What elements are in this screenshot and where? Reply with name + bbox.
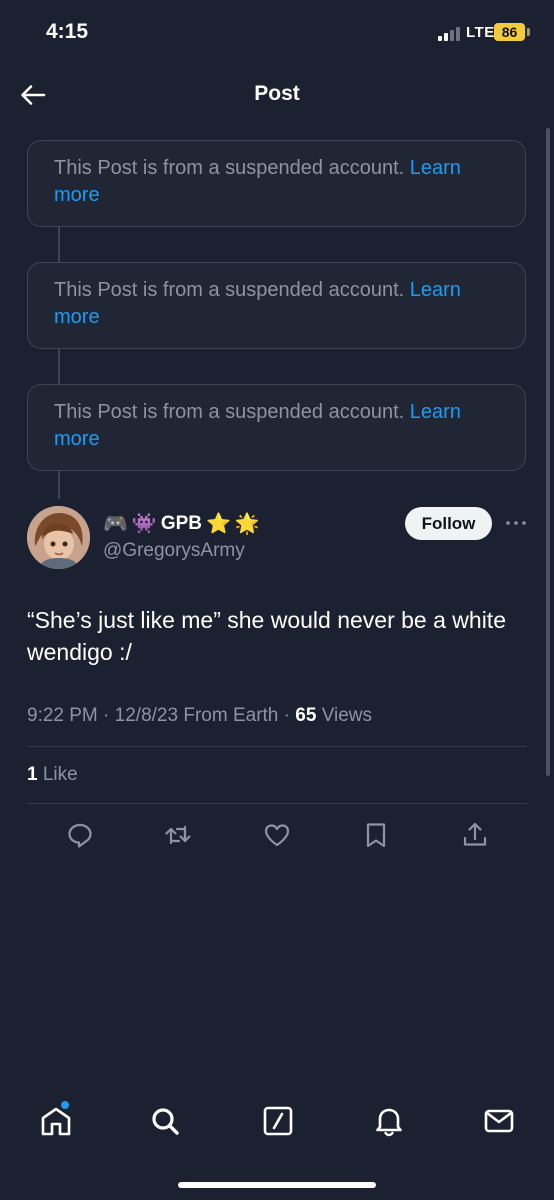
glowing-star-emoji: 🌟 <box>234 513 260 535</box>
tweet-meta: 9:22 PM · 12/8/23 From Earth · 65 Views <box>27 705 373 726</box>
star-emoji: ⭐ <box>206 513 231 535</box>
tweet-text: “She’s just like me” she would never be … <box>27 607 506 665</box>
suspended-text: This Post is from a suspended account. <box>54 279 405 301</box>
reply-icon[interactable] <box>65 820 95 850</box>
avatar-image <box>27 506 90 569</box>
signal-strength-icon <box>438 25 464 41</box>
views-count: 65 <box>295 705 317 726</box>
battery-tip <box>527 28 530 36</box>
suspended-text: This Post is from a suspended account. <box>54 401 405 423</box>
thread-connector <box>58 349 60 384</box>
status-bar: 4:15 LTE 86 <box>0 0 554 64</box>
thread-connector <box>58 227 60 262</box>
home-notification-dot <box>61 1101 69 1109</box>
messages-icon[interactable] <box>482 1104 516 1138</box>
page-header: Post <box>0 64 554 124</box>
likes-count: 1 <box>27 764 38 785</box>
share-icon[interactable] <box>460 820 490 850</box>
author-name: GPB <box>160 513 202 534</box>
suspended-post-notice: This Post is from a suspended account. L… <box>27 140 526 227</box>
game-controller-emoji: 🎮 <box>103 513 128 535</box>
divider <box>27 803 527 804</box>
author-handle[interactable]: @GregorysArmy <box>103 540 245 562</box>
page-title: Post <box>254 82 300 105</box>
follow-button[interactable]: Follow <box>405 507 492 540</box>
network-type: LTE <box>466 24 495 41</box>
home-icon[interactable] <box>39 1104 73 1138</box>
avatar[interactable] <box>27 506 90 569</box>
alien-monster-emoji: 👾 <box>131 513 157 535</box>
suspended-text: This Post is from a suspended account. <box>54 157 405 179</box>
status-time: 4:15 <box>46 20 89 43</box>
suspended-post-notice: This Post is from a suspended account. L… <box>27 384 526 471</box>
scrollbar[interactable] <box>546 128 550 776</box>
like-icon[interactable] <box>262 820 292 850</box>
home-indicator[interactable] <box>178 1182 376 1188</box>
battery-icon: 86 <box>494 23 525 41</box>
suspended-post-notice: This Post is from a suspended account. L… <box>27 262 526 349</box>
author-name-row[interactable]: 🎮 👾 GPB ⭐ 🌟 <box>103 511 260 537</box>
likes-label: Like <box>42 764 78 785</box>
tweet-location: From Earth <box>183 705 279 726</box>
views-label: Views <box>321 705 373 726</box>
retweet-icon[interactable] <box>163 820 193 850</box>
tweet-time: 9:22 PM <box>27 705 98 726</box>
tweet-date: 12/8/23 <box>114 705 179 726</box>
likes-summary[interactable]: 1 Like <box>27 764 78 786</box>
more-horizontal-icon[interactable] <box>503 510 529 536</box>
search-icon[interactable] <box>148 1104 182 1138</box>
thread-connector <box>58 471 60 499</box>
notifications-icon[interactable] <box>372 1104 406 1138</box>
divider <box>27 746 527 747</box>
grok-icon[interactable] <box>261 1104 295 1138</box>
bookmark-icon[interactable] <box>361 820 391 850</box>
